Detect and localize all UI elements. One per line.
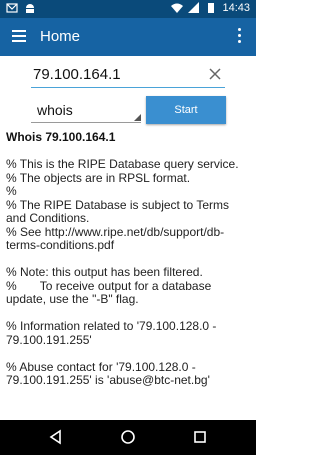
clear-icon[interactable]: [209, 68, 221, 80]
query-type-select[interactable]: whois: [31, 98, 141, 123]
navigation-bar: [0, 420, 256, 455]
result-text: % This is the RIPE Database query servic…: [6, 157, 239, 387]
battery-icon: [208, 3, 215, 13]
mail-icon: [6, 3, 18, 13]
query-input[interactable]: 79.100.164.1: [31, 64, 225, 88]
page-title: Home: [40, 28, 81, 45]
query-type-value: whois: [37, 102, 73, 118]
android-icon: [26, 4, 34, 13]
menu-icon[interactable]: [12, 30, 26, 42]
more-options-icon[interactable]: [238, 28, 242, 44]
app-bar: Home: [0, 18, 256, 56]
wifi-icon: [171, 3, 184, 13]
recents-icon[interactable]: [192, 429, 208, 445]
back-icon[interactable]: [48, 429, 64, 445]
start-button[interactable]: Start: [146, 96, 226, 124]
query-value: 79.100.164.1: [33, 66, 121, 83]
home-icon[interactable]: [120, 429, 136, 445]
result-title: Whois 79.100.164.1: [6, 130, 116, 144]
dropdown-arrow-icon: [134, 114, 141, 121]
status-time: 14:43: [222, 2, 250, 14]
signal-icon: [188, 2, 200, 13]
status-bar: 14:43: [0, 0, 256, 18]
